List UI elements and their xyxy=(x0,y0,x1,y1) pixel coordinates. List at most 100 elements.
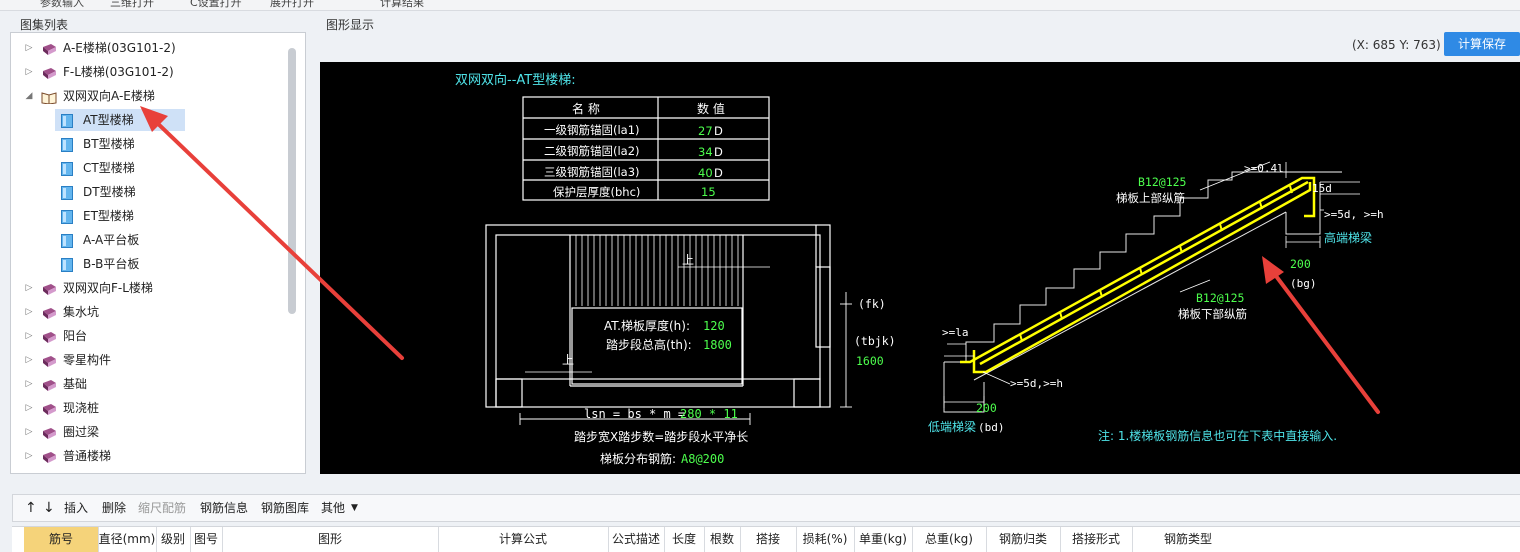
tree-item-label: CT型楼梯 xyxy=(83,161,135,175)
tree-folder-item[interactable]: ▷ 普通楼梯 xyxy=(11,445,281,467)
tree-folder-item[interactable]: ▷ 零星构件 xyxy=(11,349,281,371)
document-icon xyxy=(61,209,73,224)
book-icon xyxy=(41,41,56,55)
tree-folder-item[interactable]: ▷ 现浇桩 xyxy=(11,397,281,419)
tree-panel: ▷ A-E楼梯(03G101-2) ▷ F-L楼梯(03G101-2) ◢ 双网双向A-E… xyxy=(10,32,306,474)
lsn-value: 280 * 11 xyxy=(680,407,738,421)
table-header-value: 数 值 xyxy=(697,101,725,116)
top-toolbar-item[interactable]: 参数输入 xyxy=(40,0,84,10)
expand-arrow-icon[interactable]: ▷ xyxy=(23,373,35,395)
upper-rebar-label: 梯板上部纵筋 xyxy=(1116,191,1185,205)
book-icon xyxy=(41,281,56,295)
col-header[interactable]: 钢筋归类 xyxy=(986,527,1061,552)
col-header[interactable]: 总重(kg) xyxy=(912,527,987,552)
dim-200-right: 200 xyxy=(1290,257,1311,271)
thickness-value: 120 xyxy=(703,319,725,333)
tree-item-label: 集水坑 xyxy=(63,305,100,319)
plan-view-lines xyxy=(485,224,831,408)
grid-toolbar: ↑ ↓ 插入 删除 缩尺配筋 钢筋信息 钢筋图库 其他 ▼ xyxy=(12,494,1520,522)
tree-child-item[interactable]: AT型楼梯 xyxy=(55,109,185,131)
document-icon xyxy=(61,137,73,152)
col-header[interactable]: 损耗(%) xyxy=(796,527,855,552)
tree-child-item[interactable]: CT型楼梯 xyxy=(55,157,185,179)
tbjk-label: (tbjk) xyxy=(854,334,896,348)
expand-arrow-icon[interactable]: ▷ xyxy=(23,301,35,323)
col-header[interactable]: 根数 xyxy=(704,527,741,552)
tree-folder-item[interactable]: ▷ F-L楼梯(03G101-2) xyxy=(11,61,281,83)
tree-item-label: AT型楼梯 xyxy=(83,113,134,127)
col-header[interactable]: 搭接形式 xyxy=(1060,527,1133,552)
plan-up-label-top: 上 xyxy=(682,253,694,267)
expand-arrow-icon[interactable]: ▷ xyxy=(23,37,35,59)
lower-rebar-spec: B12@125 xyxy=(1196,291,1244,305)
tree-child-item[interactable]: BT型楼梯 xyxy=(55,133,185,155)
tree-child-item[interactable]: DT型楼梯 xyxy=(55,181,185,203)
document-icon xyxy=(61,113,73,128)
col-header[interactable]: 直径(mm) xyxy=(98,527,157,552)
expand-arrow-icon[interactable]: ▷ xyxy=(23,277,35,299)
lsn-caption: 踏步宽X踏步数=踏步段水平净长 xyxy=(574,429,748,444)
col-header[interactable]: 单重(kg) xyxy=(854,527,913,552)
tree-folder-item[interactable]: ▷ A-E楼梯(03G101-2) xyxy=(11,37,281,59)
col-header[interactable]: 计算公式 xyxy=(438,527,609,552)
high-beam-label: 高端梯梁 xyxy=(1324,230,1372,245)
tree-scrollbar[interactable] xyxy=(288,48,296,314)
col-header[interactable]: 筋号 xyxy=(24,527,99,552)
calc-save-button[interactable]: 计算保存 xyxy=(1444,32,1520,56)
expand-arrow-icon[interactable]: ▷ xyxy=(23,421,35,443)
top-toolbar-item[interactable]: 展开打开 xyxy=(270,0,314,10)
dim-200-left: 200 xyxy=(976,401,997,415)
col-header[interactable]: 级别 xyxy=(156,527,191,552)
book-icon xyxy=(41,329,56,343)
tree-item-label: DT型楼梯 xyxy=(83,185,136,199)
table-row-unit: D xyxy=(714,145,723,159)
tree-folder-item[interactable]: ▷ 阳台 xyxy=(11,325,281,347)
rebar-info-button[interactable]: 钢筋信息 xyxy=(200,495,248,521)
expand-arrow-icon[interactable]: ▷ xyxy=(23,61,35,83)
tree-folder-item[interactable]: ▷ 双网双向F-L楼梯 xyxy=(11,277,281,299)
move-down-button[interactable]: ↓ xyxy=(43,495,55,521)
height-label: 踏步段总高(th): xyxy=(606,337,692,352)
top-toolbar-item[interactable]: C设置打开 xyxy=(190,0,242,10)
tree-folder-item[interactable]: ◢ 双网双向A-E楼梯 xyxy=(11,85,281,107)
other-menu-button[interactable]: 其他 xyxy=(321,495,345,521)
expand-arrow-icon[interactable]: ▷ xyxy=(23,349,35,371)
rebar-library-button[interactable]: 钢筋图库 xyxy=(261,495,309,521)
col-header[interactable]: 钢筋类型 xyxy=(1132,527,1244,552)
tree-item-label: 圈过梁 xyxy=(63,425,100,439)
top-toolbar-item[interactable]: 三维打开 xyxy=(110,0,154,10)
drawing-canvas[interactable]: 双网双向--AT型楼梯: 名 称 数 值 一级钢筋锚固(la1) 27 D 二级… xyxy=(320,62,1520,474)
tree-child-item[interactable]: A-A平台板 xyxy=(55,229,185,251)
collapse-arrow-icon[interactable]: ◢ xyxy=(23,85,35,107)
plan-up-label-bottom: 上 xyxy=(562,353,574,367)
table-row-value: 40 xyxy=(698,166,713,180)
expand-arrow-icon[interactable]: ▷ xyxy=(23,445,35,467)
document-icon xyxy=(61,161,73,176)
tree-child-item[interactable]: B-B平台板 xyxy=(55,253,185,275)
tree-item-label: ET型楼梯 xyxy=(83,209,134,223)
table-row-value: 15 xyxy=(701,185,716,199)
scale-rebar-button[interactable]: 缩尺配筋 xyxy=(138,495,186,521)
tree-child-item[interactable]: ET型楼梯 xyxy=(55,205,185,227)
move-up-button[interactable]: ↑ xyxy=(25,495,37,521)
col-header[interactable]: 长度 xyxy=(664,527,705,552)
right-panel-title: 图形显示 xyxy=(326,18,375,32)
drawing-note: 注: 1.楼梯板钢筋信息也可在下表中直接输入. xyxy=(1098,428,1337,443)
col-header[interactable]: 搭接 xyxy=(740,527,797,552)
tree-folder-item[interactable]: ▷ 基础 xyxy=(11,373,281,395)
top-toolbar-item[interactable]: 计算结果 xyxy=(380,0,424,10)
expand-arrow-icon[interactable]: ▷ xyxy=(23,325,35,347)
chevron-down-icon[interactable]: ▼ xyxy=(351,495,358,521)
tree-folder-item[interactable]: ▷ 圈过梁 xyxy=(11,421,281,443)
tree-item-label: 双网双向F-L楼梯 xyxy=(63,281,153,295)
tree-folder-item[interactable]: ▷ 集水坑 xyxy=(11,301,281,323)
expand-arrow-icon[interactable]: ▷ xyxy=(23,397,35,419)
tree-item-label: A-E楼梯(03G101-2) xyxy=(63,41,176,55)
insert-button[interactable]: 插入 xyxy=(64,495,88,521)
delete-button[interactable]: 删除 xyxy=(102,495,126,521)
col-header[interactable]: 图号 xyxy=(190,527,223,552)
document-icon xyxy=(61,257,73,272)
bd-label: (bd) xyxy=(978,421,1005,434)
col-header[interactable]: 公式描述 xyxy=(608,527,665,552)
col-header[interactable]: 图形 xyxy=(222,527,439,552)
